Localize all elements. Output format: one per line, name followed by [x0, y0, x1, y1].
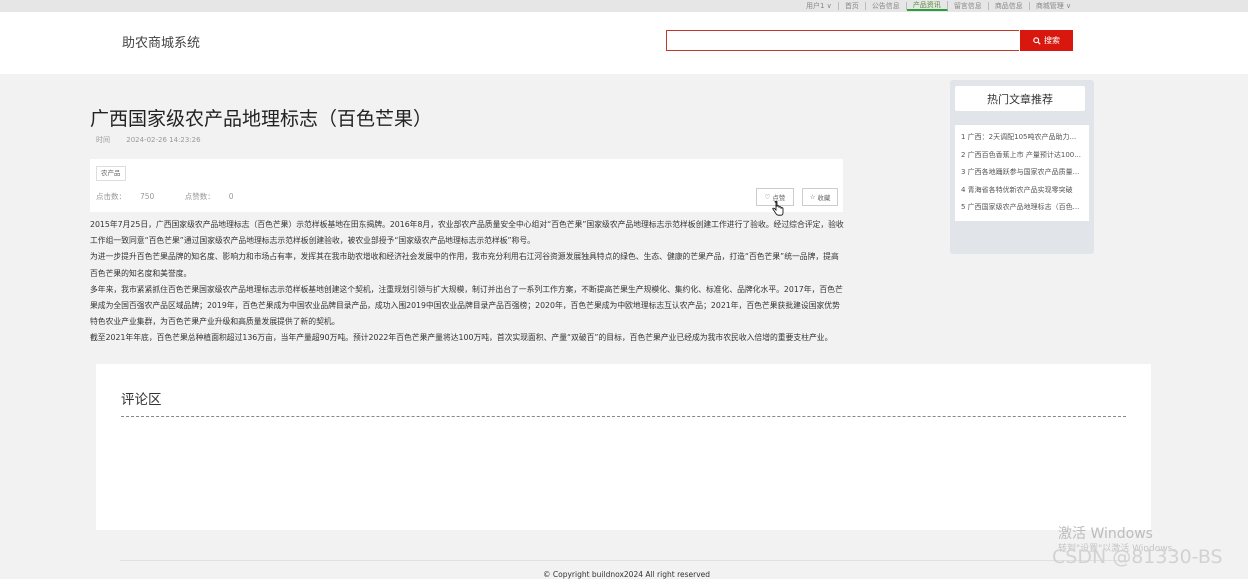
comments-section: 评论区: [96, 364, 1151, 530]
nav-products[interactable]: 商品信息: [989, 2, 1030, 10]
site-logo[interactable]: 助农商城系统: [122, 32, 200, 51]
nav-messages[interactable]: 留言信息: [948, 2, 989, 10]
search-icon: [1033, 36, 1041, 45]
sidebar-title: 热门文章推荐: [955, 86, 1085, 111]
publish-time: 2024-02-26 14:23:26: [126, 136, 201, 144]
nav-home[interactable]: 首页: [839, 2, 866, 10]
heart-icon: ♡: [764, 193, 771, 201]
windows-activation-title: 激活 Windows: [1058, 526, 1153, 542]
hot-article-item[interactable]: 3 广西各地踊跃参与国家农产品质量...: [955, 164, 1097, 182]
view-count-label: 点击数：: [96, 192, 126, 201]
favorite-button-label: 收藏: [817, 194, 831, 202]
view-count: 点击数： 750: [96, 192, 168, 201]
nav-product-news[interactable]: 产品资讯: [906, 1, 948, 11]
article-info-box: 农产品 点击数： 750 点赞数： 0 ♡ 点赞 ☆ 收藏: [90, 159, 843, 212]
search-input[interactable]: [666, 30, 1019, 51]
hot-articles-list: 1 广西：2天调配105吨农产品助力... 2 广西百色香蕉上市 产量预计达10…: [955, 125, 1089, 221]
category-tag[interactable]: 农产品: [96, 166, 126, 181]
nav-user-menu[interactable]: 用户1 ∨: [800, 2, 839, 10]
like-count-value: 0: [228, 192, 234, 201]
favorite-button[interactable]: ☆ 收藏: [802, 188, 838, 206]
search-button-label: 搜索: [1044, 36, 1060, 45]
article-title: 广西国家级农产品地理标志（百色芒果）: [90, 108, 433, 130]
hot-article-item[interactable]: 2 广西百色香蕉上市 产量预计达100...: [955, 147, 1097, 165]
hot-article-item[interactable]: 4 青海省各特优新农产品实现零突破: [955, 182, 1097, 200]
content-paragraph: 多年来，我市紧紧抓住百色芒果国家级农产品地理标志示范样板基地创建这个契机，注重规…: [90, 284, 843, 327]
time-label: 时间: [96, 136, 110, 144]
content-paragraph: 截至2021年年底，百色芒果总种植面积超过136万亩，当年产量超90万吨。预计2…: [90, 333, 833, 343]
csdn-watermark: CSDN @81330-BS: [1052, 546, 1223, 568]
like-count-label: 点赞数：: [184, 192, 215, 201]
hot-article-item[interactable]: 1 广西：2天调配105吨农产品助力...: [955, 129, 1097, 147]
nav-announcements[interactable]: 公告信息: [866, 2, 907, 10]
comments-title: 评论区: [121, 392, 162, 408]
star-icon: ☆: [809, 193, 816, 201]
hot-articles-sidebar: 热门文章推荐 1 广西：2天调配105吨农产品助力... 2 广西百色香蕉上市 …: [950, 80, 1094, 254]
content-paragraph: 为进一步提升百色芒果品牌的知名度、影响力和市场占有率，发挥其在我市助农增收和经济…: [90, 252, 839, 278]
article-content: 2015年7月25日，广西国家级农产品地理标志（百色芒果）示范样板基地在田东揭牌…: [90, 217, 845, 347]
view-count-value: 750: [140, 192, 155, 201]
hand-cursor-icon: [772, 201, 784, 216]
content-paragraph: 2015年7月25日，广西国家级农产品地理标志（百色芒果）示范样板基地在田东揭牌…: [90, 220, 844, 246]
nav-mall-admin[interactable]: 商城管理 ∨: [1030, 2, 1077, 10]
article-meta: 时间 2024-02-26 14:23:26: [96, 135, 201, 145]
comments-divider: [121, 416, 1126, 417]
like-count: 点赞数： 0: [185, 192, 248, 201]
top-nav: 用户1 ∨ 首页 公告信息 产品资讯 留言信息 商品信息 商城管理 ∨: [800, 0, 1077, 12]
hot-article-item[interactable]: 5 广西国家级农产品地理标志（百色...: [955, 199, 1097, 217]
footer-divider: [120, 560, 1130, 561]
header: 助农商城系统 搜索: [0, 12, 1248, 74]
search-button[interactable]: 搜索: [1020, 30, 1073, 51]
article-stats: 点击数： 750 点赞数： 0: [96, 191, 262, 202]
